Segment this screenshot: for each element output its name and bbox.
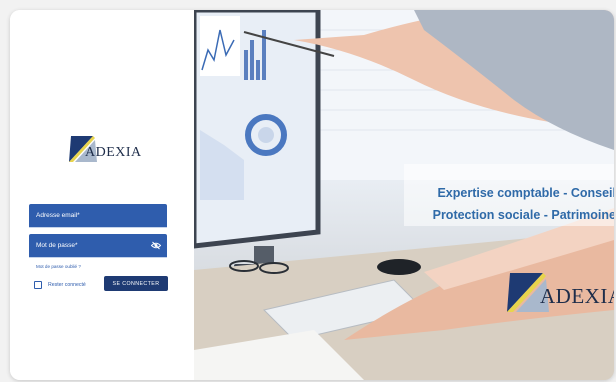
tagline-line-1: Expertise comptable - Conseil: [437, 186, 614, 200]
hero-image: Expertise comptable - Conseil Protection…: [194, 10, 614, 380]
forgot-password-link[interactable]: Mot de passe oublié ?: [36, 264, 81, 269]
adexia-logo: ADEXIA: [63, 132, 153, 164]
password-field[interactable]: [29, 234, 167, 258]
password-input[interactable]: [29, 234, 167, 257]
login-panel: ADEXIA Mot de passe oublié ? Rester conn…: [10, 10, 194, 380]
tagline-line-2: Protection sociale - Patrimoine: [432, 208, 614, 222]
email-field[interactable]: [29, 204, 167, 228]
email-input[interactable]: [29, 204, 167, 227]
remember-me-checkbox[interactable]: [34, 281, 42, 289]
remember-me-label: Rester connecté: [48, 281, 86, 288]
adexia-logo-large: ADEXIA: [498, 266, 614, 316]
brand-name: ADEXIA: [85, 145, 142, 160]
login-button[interactable]: SE CONNECTER: [104, 276, 168, 291]
eye-off-icon[interactable]: [151, 241, 161, 250]
login-card: ADEXIA Mot de passe oublié ? Rester conn…: [10, 10, 614, 380]
brand-name-large: ADEXIA: [540, 284, 614, 308]
